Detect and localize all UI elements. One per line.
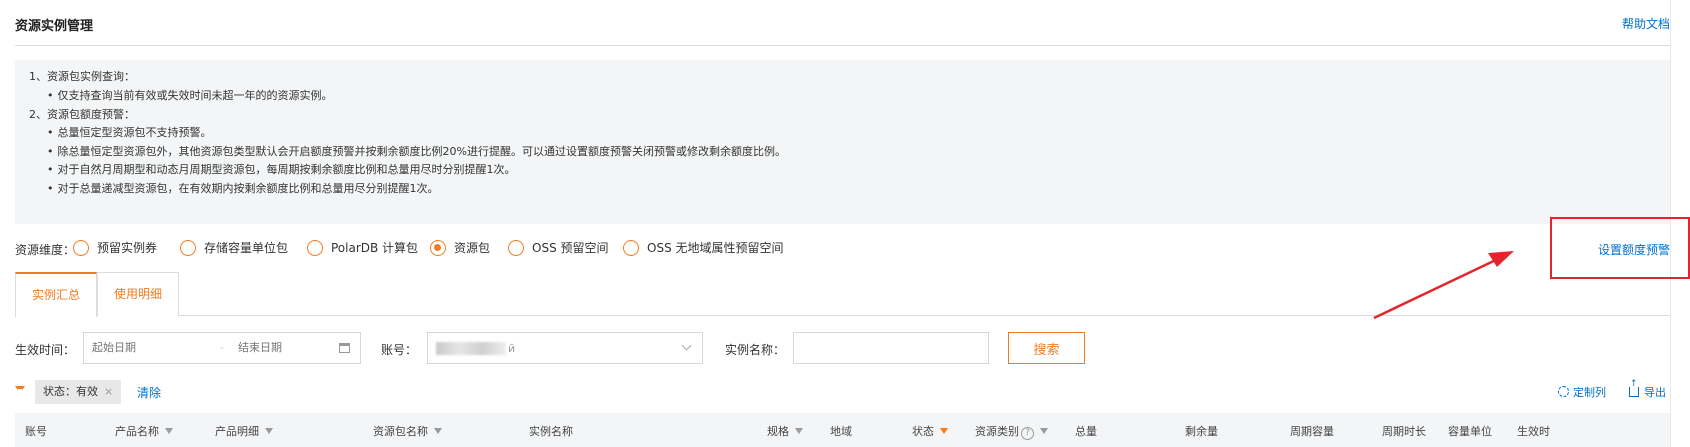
radio-reserved-instance[interactable]: 预留实例券 [73, 239, 157, 256]
filter-icon [165, 428, 173, 434]
notice-line: 总量恒定型资源包不支持预警。 [47, 124, 212, 140]
radio-circle-icon [73, 239, 89, 256]
filter-row: 生效时间： - 账号： й 实例名称： 搜索 [15, 332, 1670, 364]
tab-instance-summary[interactable]: 实例汇总 [15, 272, 98, 317]
chevron-down-icon [681, 340, 692, 351]
filter-icon [1040, 428, 1048, 434]
col-resource-category[interactable]: 资源类别? [975, 423, 1048, 440]
col-status[interactable]: 状态 [912, 423, 948, 439]
radio-selected-icon [430, 239, 446, 256]
col-instance-name: 实例名称 [529, 425, 573, 438]
notice-line: 1、资源包实例查询： [29, 70, 135, 83]
filter-icon [265, 428, 273, 434]
radio-label: 存储容量单位包 [204, 241, 289, 255]
help-icon: ? [1021, 427, 1034, 440]
search-button[interactable]: 搜索 [1008, 332, 1085, 364]
notice-line: 仅支持查询当前有效或失效时间未超一年的的资源实例。 [47, 87, 333, 103]
col-product-detail[interactable]: 产品明细 [215, 423, 273, 439]
radio-label: 资源包 [454, 241, 491, 255]
close-icon[interactable]: × [104, 385, 113, 398]
resource-dimension-label: 资源维度： [15, 243, 76, 257]
filter-funnel-icon [15, 386, 25, 393]
radio-label: PolarDB 计算包 [331, 241, 419, 255]
instance-name-label: 实例名称： [725, 343, 786, 357]
help-docs-link[interactable]: 帮助文档 [1622, 15, 1670, 32]
redacted-account-name [436, 342, 506, 355]
radio-circle-icon [307, 239, 323, 256]
radio-oss-no-region-reserved-space[interactable]: OSS 无地域属性预留空间 [623, 239, 784, 256]
col-total: 总量 [1075, 425, 1097, 438]
col-period-duration: 周期时长 [1382, 425, 1426, 438]
radio-label: OSS 无地域属性预留空间 [647, 241, 784, 255]
export-label: 导出 [1644, 386, 1666, 399]
radio-oss-reserved-space[interactable]: OSS 预留空间 [508, 239, 609, 256]
col-effective-time: 生效时 [1517, 425, 1550, 438]
tab-usage-detail[interactable]: 使用明细 [97, 272, 180, 316]
notice-line: 对于总量递减型资源包，在有效期内按剩余额度比例和总量用尽分别提醒1次。 [47, 180, 439, 196]
instance-name-input[interactable] [793, 332, 989, 364]
page-title: 资源实例管理 [15, 19, 94, 34]
radio-polardb-compute-pack[interactable]: PolarDB 计算包 [307, 239, 418, 256]
col-account: 账号 [25, 425, 47, 438]
effective-time-label: 生效时间： [15, 343, 76, 357]
col-pack-name[interactable]: 资源包名称 [373, 423, 442, 439]
filter-icon [434, 428, 442, 434]
customize-columns-button[interactable]: 定制列 [1558, 384, 1606, 400]
end-date-input[interactable] [238, 333, 348, 363]
resource-dimension-row: 资源维度： 预留实例券 存储容量单位包 PolarDB 计算包 资源包 OSS … [15, 238, 1670, 260]
date-range-picker[interactable]: - [83, 332, 361, 364]
col-remaining: 剩余量 [1185, 425, 1218, 438]
export-icon [1629, 379, 1639, 397]
radio-storage-capacity-pack[interactable]: 存储容量单位包 [180, 239, 288, 256]
resource-instance-page: 资源实例管理 帮助文档 1、资源包实例查询： 仅支持查询当前有效或失效时间未超一… [15, 0, 1670, 447]
col-period-capacity: 周期容量 [1290, 425, 1334, 438]
col-region: 地域 [830, 425, 852, 438]
start-date-input[interactable] [92, 333, 202, 363]
notice-panel: 1、资源包实例查询： 仅支持查询当前有效或失效时间未超一年的的资源实例。 2、资… [15, 60, 1670, 224]
col-spec[interactable]: 规格 [767, 423, 803, 439]
radio-circle-icon [180, 239, 196, 256]
active-filter-row: 状态：有效 × 清除 定制列 导出 [15, 379, 1670, 404]
annotation-highlight-box [1550, 217, 1690, 279]
radio-circle-icon [623, 239, 639, 256]
calendar-icon [339, 343, 350, 353]
col-product-name[interactable]: 产品名称 [115, 423, 173, 439]
filter-icon [795, 428, 803, 434]
account-select[interactable]: й [427, 332, 703, 364]
notice-line: 对于自然月周期型和动态月周期型资源包，每周期按剩余额度比例和总量用尽时分别提醒1… [47, 161, 516, 177]
col-capacity-unit: 容量单位 [1448, 425, 1492, 438]
radio-circle-icon [508, 239, 524, 256]
account-value-suffix: й [508, 342, 516, 355]
notice-line: 除总量恒定型资源包外，其他资源包类型默认会开启额度预警并按剩余额度比例20%进行… [47, 143, 786, 159]
export-button[interactable]: 导出 [1629, 379, 1666, 400]
status-filter-text: 状态：有效 [43, 385, 98, 398]
radio-resource-pack[interactable]: 资源包 [430, 239, 490, 256]
customize-columns-label: 定制列 [1573, 386, 1606, 399]
filter-active-icon [940, 428, 948, 434]
radio-label: OSS 预留空间 [532, 241, 609, 255]
table-header: 账号 产品名称 产品明细 资源包名称 实例名称 规格 地域 状态 资源类别? 总… [15, 413, 1670, 447]
notice-line: 2、资源包额度预警： [29, 108, 135, 121]
date-separator: - [220, 341, 224, 354]
clear-filters-link[interactable]: 清除 [137, 384, 161, 401]
tab-bar: 实例汇总 使用明细 [15, 272, 1670, 317]
title-bar: 资源实例管理 帮助文档 [15, 0, 1670, 46]
status-filter-tag: 状态：有效 × [35, 380, 122, 404]
gear-icon [1558, 386, 1569, 397]
radio-label: 预留实例券 [97, 241, 158, 255]
account-label: 账号： [381, 343, 418, 357]
